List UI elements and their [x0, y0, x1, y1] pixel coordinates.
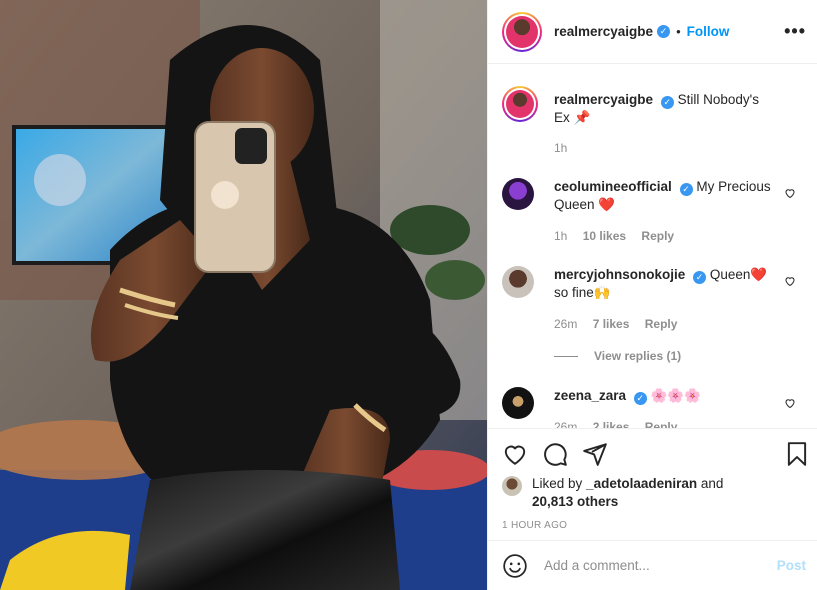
comment-meta: 26m 7 likes Reply	[554, 317, 689, 331]
comment-body: zeena_zara ✓ 🌸🌸🌸	[554, 387, 774, 405]
liker-avatar[interactable]	[502, 476, 522, 496]
comment-username[interactable]: zeena_zara	[554, 388, 626, 403]
post-actions: Liked by _adetolaadeniran and 20,813 oth…	[488, 428, 817, 540]
pushpin-emoji: 📌	[573, 110, 591, 125]
comment-time[interactable]: 26m	[554, 420, 577, 428]
send-icon[interactable]	[582, 441, 608, 467]
others-count[interactable]: 20,813 others	[532, 494, 618, 509]
comment-icon[interactable]	[542, 441, 568, 467]
heart-icon[interactable]	[784, 275, 796, 287]
action-icons	[502, 441, 812, 469]
reply-button[interactable]: Reply	[641, 229, 674, 243]
comment-time[interactable]: 1h	[554, 229, 567, 243]
post-button[interactable]: Post	[777, 558, 806, 573]
liked-by-prefix: Liked by	[532, 476, 583, 491]
caption-body: realmercyaigbe ✓ Still Nobody's Ex 📌	[554, 91, 774, 127]
comment-meta: 26m 2 likes Reply	[554, 420, 689, 428]
comment-meta: 1h 10 likes Reply	[554, 229, 686, 243]
caption-meta: 1h	[554, 141, 579, 155]
verified-badge-icon: ✓	[679, 183, 693, 196]
add-comment-bar: Post	[488, 540, 817, 590]
more-options-icon[interactable]: •••	[784, 22, 806, 40]
heart-icon[interactable]	[502, 441, 528, 467]
comment-username[interactable]: ceolumineeofficial	[554, 179, 672, 194]
liked-by-and: and	[700, 476, 724, 491]
comment-likes[interactable]: 7 likes	[593, 317, 630, 331]
separator-dot: •	[676, 24, 681, 39]
liked-by: Liked by _adetolaadeniran and 20,813 oth…	[502, 475, 723, 511]
author-avatar[interactable]	[502, 11, 542, 52]
comment-text-continued: so fine	[554, 285, 594, 300]
comment-body: mercyjohnsonokojie ✓ Queen❤️ so fine🙌	[554, 266, 774, 302]
liked-by-text: Liked by _adetolaadeniran and 20,813 oth…	[532, 475, 723, 511]
post-side-panel: realmercyaigbe ✓ • Follow ••• realmercya…	[487, 0, 817, 590]
comment-text: Queen	[709, 267, 751, 282]
comment-text: 🌸🌸🌸	[650, 388, 702, 403]
reply-button[interactable]: Reply	[645, 317, 678, 331]
post-timestamp[interactable]: 1 HOUR AGO	[502, 520, 567, 531]
heart-emoji: ❤️	[598, 197, 616, 212]
heart-icon[interactable]	[784, 187, 796, 199]
comments-list[interactable]: realmercyaigbe ✓ Still Nobody's Ex 📌 1h …	[488, 64, 817, 428]
comment-avatar[interactable]	[502, 178, 534, 210]
verified-badge-icon: ✓	[633, 392, 647, 405]
comment-body: ceolumineeofficial ✓ My Precious Queen ❤…	[554, 178, 774, 214]
caption-avatar[interactable]	[502, 86, 538, 122]
view-replies-line	[554, 355, 578, 357]
post-header: realmercyaigbe ✓ • Follow •••	[488, 0, 817, 64]
reply-button[interactable]: Reply	[645, 420, 678, 428]
comment-time[interactable]: 26m	[554, 317, 577, 331]
caption-avatar-image	[506, 90, 534, 118]
verified-badge-icon: ✓	[657, 25, 671, 38]
author-username[interactable]: realmercyaigbe	[554, 24, 653, 39]
comment-avatar[interactable]	[502, 266, 534, 298]
view-replies-button[interactable]: View replies (1)	[554, 349, 681, 363]
smiley-icon[interactable]	[502, 553, 528, 579]
caption-username[interactable]: realmercyaigbe	[554, 92, 653, 107]
caption-time[interactable]: 1h	[554, 141, 567, 155]
heart-emoji: ❤️	[750, 267, 768, 282]
comment-avatar[interactable]	[502, 387, 534, 419]
photo-illustration	[0, 0, 487, 590]
post-photo[interactable]	[0, 0, 487, 590]
view-replies-label: View replies (1)	[594, 349, 682, 363]
raised-hands-emoji: 🙌	[593, 285, 611, 300]
author-avatar-image	[506, 15, 538, 48]
comment-input[interactable]	[544, 558, 764, 573]
comment-likes[interactable]: 2 likes	[593, 420, 630, 428]
liker-username[interactable]: _adetolaadeniran	[586, 476, 697, 491]
verified-badge-icon: ✓	[693, 271, 707, 284]
comment-likes[interactable]: 10 likes	[583, 229, 626, 243]
comment-username[interactable]: mercyjohnsonokojie	[554, 267, 685, 282]
verified-badge-icon: ✓	[660, 96, 674, 109]
follow-button[interactable]: Follow	[687, 24, 730, 39]
heart-icon[interactable]	[784, 397, 796, 409]
bookmark-icon[interactable]	[784, 441, 810, 467]
